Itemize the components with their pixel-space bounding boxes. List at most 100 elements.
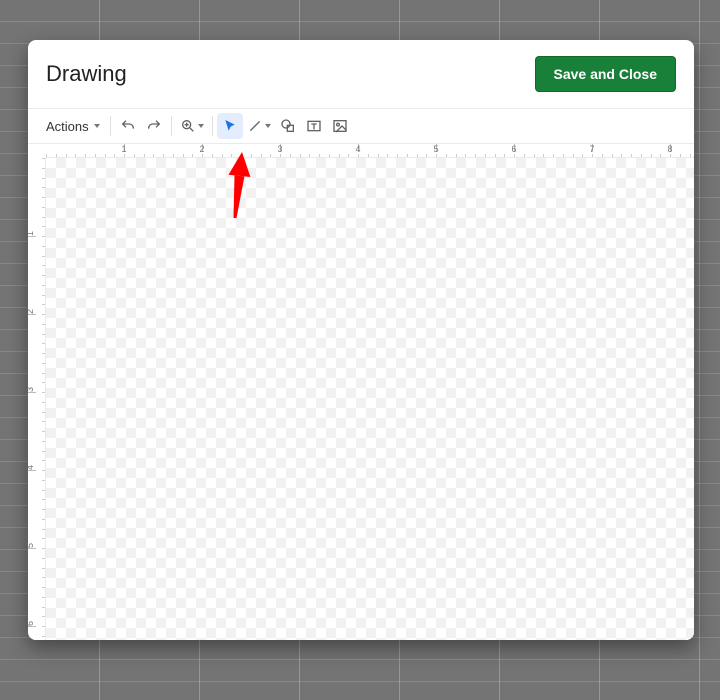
line-tool-button[interactable] <box>243 113 275 139</box>
ruler-tick-minor <box>42 431 45 432</box>
ruler-tick-minor <box>42 373 45 374</box>
ruler-tick-minor <box>300 154 301 157</box>
ruler-tick-minor <box>42 392 45 393</box>
ruler-tick-minor <box>222 154 223 157</box>
ruler-tick-minor <box>524 154 525 157</box>
ruler-tick-minor <box>670 154 671 157</box>
ruler-tick-minor <box>42 304 45 305</box>
ruler-tick-minor <box>251 154 252 157</box>
zoom-icon <box>180 118 196 134</box>
ruler-tick-minor <box>192 154 193 157</box>
ruler-tick-minor <box>534 154 535 157</box>
ruler-tick <box>28 626 36 627</box>
ruler-tick-minor <box>378 154 379 157</box>
ruler-tick-minor <box>231 154 232 157</box>
ruler-tick-minor <box>42 168 45 169</box>
ruler-tick-minor <box>290 154 291 157</box>
ruler-tick-minor <box>612 154 613 157</box>
ruler-tick-minor <box>66 154 67 157</box>
ruler-tick-minor <box>42 421 45 422</box>
textbox-icon <box>306 118 322 134</box>
ruler-tick-minor <box>261 154 262 157</box>
ruler-tick-minor <box>485 154 486 157</box>
shape-tool-button[interactable] <box>275 113 301 139</box>
ruler-tick-minor <box>85 154 86 157</box>
ruler-tick-minor <box>280 154 281 157</box>
ruler-label: 5 <box>28 543 35 548</box>
ruler-tick-minor <box>42 363 45 364</box>
ruler-tick-minor <box>651 154 652 157</box>
chevron-down-icon <box>265 124 271 128</box>
ruler-label: 6 <box>28 621 35 626</box>
separator <box>171 116 172 136</box>
canvas-area: 12345678 123456 <box>28 144 694 640</box>
ruler-tick-minor <box>504 154 505 157</box>
ruler-tick <box>28 236 36 237</box>
ruler-tick-minor <box>42 236 45 237</box>
ruler-tick-minor <box>42 587 45 588</box>
ruler-tick-minor <box>465 154 466 157</box>
ruler-tick-minor <box>42 382 45 383</box>
dialog-title: Drawing <box>46 61 127 87</box>
ruler-tick-minor <box>436 154 437 157</box>
zoom-button[interactable] <box>176 113 208 139</box>
ruler-tick-minor <box>641 154 642 157</box>
ruler-label: 2 <box>28 309 35 314</box>
drawing-canvas[interactable] <box>46 158 694 640</box>
ruler-tick-minor <box>42 265 45 266</box>
ruler-tick-minor <box>270 154 271 157</box>
ruler-tick-minor <box>42 480 45 481</box>
ruler-label: 6 <box>511 144 516 154</box>
ruler-tick-minor <box>348 154 349 157</box>
ruler-tick-minor <box>553 154 554 157</box>
ruler-tick-minor <box>42 636 45 637</box>
ruler-tick-minor <box>42 187 45 188</box>
ruler-tick-minor <box>202 154 203 157</box>
ruler-label: 3 <box>277 144 282 154</box>
cursor-icon <box>222 118 238 134</box>
ruler-tick-minor <box>446 154 447 157</box>
save-and-close-button[interactable]: Save and Close <box>535 56 677 92</box>
ruler-tick-minor <box>42 324 45 325</box>
actions-label: Actions <box>46 119 89 134</box>
ruler-tick-minor <box>124 154 125 157</box>
ruler-tick-minor <box>387 154 388 157</box>
redo-button[interactable] <box>141 113 167 139</box>
redo-icon <box>146 118 162 134</box>
separator <box>212 116 213 136</box>
ruler-tick-minor <box>163 154 164 157</box>
ruler-tick-minor <box>42 412 45 413</box>
select-tool-button[interactable] <box>217 113 243 139</box>
ruler-tick-minor <box>329 154 330 157</box>
ruler-tick-minor <box>42 597 45 598</box>
ruler-tick-minor <box>56 154 57 157</box>
actions-menu[interactable]: Actions <box>36 113 106 139</box>
shape-icon <box>280 118 296 134</box>
ruler-tick-minor <box>42 275 45 276</box>
horizontal-ruler: 12345678 <box>46 144 694 158</box>
ruler-tick-minor <box>42 519 45 520</box>
ruler-label: 3 <box>28 387 35 392</box>
ruler-tick-minor <box>680 154 681 157</box>
image-tool-button[interactable] <box>327 113 353 139</box>
ruler-tick-minor <box>42 441 45 442</box>
ruler-tick-minor <box>690 154 691 157</box>
ruler-label: 8 <box>667 144 672 154</box>
ruler-label: 5 <box>433 144 438 154</box>
textbox-tool-button[interactable] <box>301 113 327 139</box>
ruler-tick-minor <box>42 626 45 627</box>
ruler-tick-minor <box>42 178 45 179</box>
ruler-tick <box>28 314 36 315</box>
ruler-tick-minor <box>309 154 310 157</box>
drawing-dialog: Drawing Save and Close Actions <box>28 40 694 640</box>
ruler-tick <box>28 548 36 549</box>
ruler-tick-minor <box>42 558 45 559</box>
ruler-tick-minor <box>42 577 45 578</box>
ruler-tick-minor <box>495 154 496 157</box>
chevron-down-icon <box>94 124 100 128</box>
ruler-tick-minor <box>563 154 564 157</box>
ruler-tick-minor <box>42 256 45 257</box>
ruler-tick-minor <box>42 353 45 354</box>
ruler-tick-minor <box>573 154 574 157</box>
undo-button[interactable] <box>115 113 141 139</box>
